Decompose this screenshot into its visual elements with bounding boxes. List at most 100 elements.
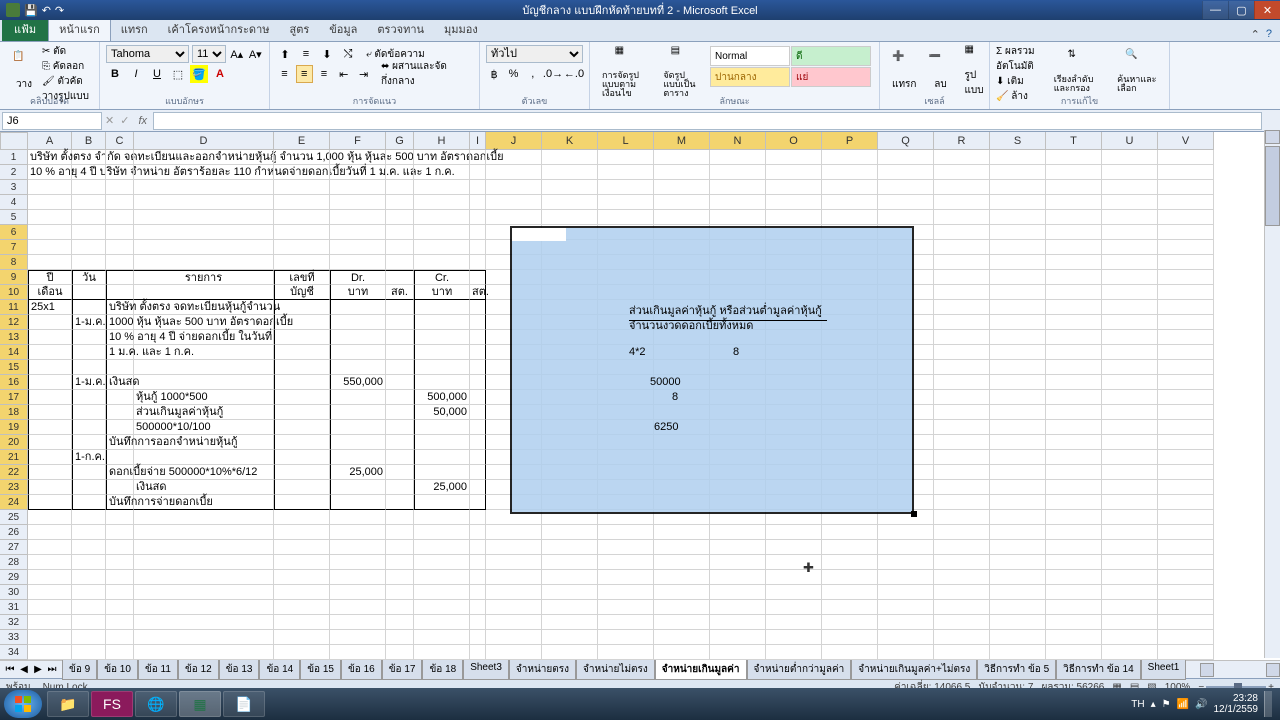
cell-P26[interactable]: [822, 525, 878, 540]
cell-S25[interactable]: [990, 510, 1046, 525]
cell-G11[interactable]: [386, 300, 414, 315]
cell-P3[interactable]: [822, 180, 878, 195]
cell-U7[interactable]: [1102, 240, 1158, 255]
cell-D9[interactable]: รายการ: [134, 270, 274, 285]
cell-U6[interactable]: [1102, 225, 1158, 240]
cell-V7[interactable]: [1158, 240, 1214, 255]
cell-Q34[interactable]: [878, 645, 934, 660]
cell-I16[interactable]: [470, 375, 486, 390]
cell-T11[interactable]: [1046, 300, 1102, 315]
cell-U30[interactable]: [1102, 585, 1158, 600]
cell-E24[interactable]: [274, 495, 330, 510]
start-button[interactable]: [4, 690, 42, 718]
cell-R3[interactable]: [934, 180, 990, 195]
cell-B3[interactable]: [72, 180, 106, 195]
tab-layout[interactable]: เค้าโครงหน้ากระดาษ: [158, 17, 280, 41]
cell-C9[interactable]: [106, 270, 134, 285]
sheet-tab[interactable]: จำหน่ายเกินมูลค่า+ไม่ตรง: [851, 660, 977, 680]
cell-S20[interactable]: [990, 435, 1046, 450]
cell-F1[interactable]: [330, 150, 386, 165]
cell-O30[interactable]: [766, 585, 822, 600]
row-header-19[interactable]: 19: [0, 420, 28, 435]
cell-F9[interactable]: Dr.: [330, 270, 386, 285]
cell-T34[interactable]: [1046, 645, 1102, 660]
cell-E28[interactable]: [274, 555, 330, 570]
cell-T2[interactable]: [1046, 165, 1102, 180]
cell-C22[interactable]: ดอกเบี้ยจ่าย 500000*10%*6/12: [106, 465, 134, 480]
cell-T15[interactable]: [1046, 360, 1102, 375]
selection-handle[interactable]: [911, 511, 917, 517]
cell-V17[interactable]: [1158, 390, 1214, 405]
cell-I4[interactable]: [470, 195, 486, 210]
cell-U29[interactable]: [1102, 570, 1158, 585]
cell-S22[interactable]: [990, 465, 1046, 480]
cell-F7[interactable]: [330, 240, 386, 255]
cell-M26[interactable]: [654, 525, 710, 540]
taskbar-chrome[interactable]: 🌐: [135, 691, 177, 717]
cell-N28[interactable]: [710, 555, 766, 570]
hscroll-right-button[interactable]: [1266, 663, 1280, 677]
cell-U25[interactable]: [1102, 510, 1158, 525]
cell-E23[interactable]: [274, 480, 330, 495]
cell-H23[interactable]: 25,000: [414, 480, 470, 495]
sheet-tab[interactable]: จำหน่ายตรง: [509, 660, 576, 680]
cell-M30[interactable]: [654, 585, 710, 600]
cell-H1[interactable]: [414, 150, 470, 165]
font-color-button[interactable]: A: [211, 65, 229, 83]
cell-T3[interactable]: [1046, 180, 1102, 195]
cancel-formula-icon[interactable]: ✕: [102, 114, 117, 127]
cell-M2[interactable]: [654, 165, 710, 180]
cell-V22[interactable]: [1158, 465, 1214, 480]
cell-V14[interactable]: [1158, 345, 1214, 360]
format-table-button[interactable]: ▤จัดรูปแบบเป็นตาราง: [657, 44, 708, 98]
fill-color-button[interactable]: 🪣: [190, 65, 208, 83]
cell-B30[interactable]: [72, 585, 106, 600]
cell-A4[interactable]: [28, 195, 72, 210]
cell-O4[interactable]: [766, 195, 822, 210]
cell-B33[interactable]: [72, 630, 106, 645]
row-header-13[interactable]: 13: [0, 330, 28, 345]
percent-button[interactable]: %: [505, 65, 521, 83]
copy-button[interactable]: ⎘ คัดลอก: [42, 59, 93, 74]
cell-R6[interactable]: [934, 225, 990, 240]
cell-M32[interactable]: [654, 615, 710, 630]
cell-K34[interactable]: [542, 645, 598, 660]
sheet-tab[interactable]: ข้อ 18: [422, 660, 463, 680]
cell-F34[interactable]: [330, 645, 386, 660]
cell-M34[interactable]: [654, 645, 710, 660]
cell-L30[interactable]: [598, 585, 654, 600]
cell-E29[interactable]: [274, 570, 330, 585]
cell-C7[interactable]: [106, 240, 134, 255]
cell-O3[interactable]: [766, 180, 822, 195]
cell-A23[interactable]: [28, 480, 72, 495]
minimize-ribbon-icon[interactable]: ⌃: [1251, 28, 1260, 41]
sheet-tab[interactable]: ข้อ 13: [219, 660, 260, 680]
cell-S29[interactable]: [990, 570, 1046, 585]
cell-I7[interactable]: [470, 240, 486, 255]
cell-A31[interactable]: [28, 600, 72, 615]
cell-F4[interactable]: [330, 195, 386, 210]
cell-C24[interactable]: บันทึกการจ่ายดอกเบี้ย: [106, 495, 134, 510]
help-icon[interactable]: ?: [1266, 28, 1272, 41]
sheet-tab[interactable]: ข้อ 9: [62, 660, 97, 680]
cell-T14[interactable]: [1046, 345, 1102, 360]
tray-volume-icon[interactable]: 🔊: [1195, 699, 1207, 710]
cell-F21[interactable]: [330, 450, 386, 465]
merge-button[interactable]: ⬌ ผสานและจัดกึ่งกลาง: [381, 59, 473, 89]
cell-J29[interactable]: [486, 570, 542, 585]
cell-N27[interactable]: [710, 540, 766, 555]
cell-A6[interactable]: [28, 225, 72, 240]
cell-K27[interactable]: [542, 540, 598, 555]
cell-S24[interactable]: [990, 495, 1046, 510]
cell-H11[interactable]: [414, 300, 470, 315]
tray-lang[interactable]: TH: [1131, 699, 1144, 710]
cell-H31[interactable]: [414, 600, 470, 615]
taskbar-app[interactable]: 📄: [223, 691, 265, 717]
cell-M33[interactable]: [654, 630, 710, 645]
cell-G18[interactable]: [386, 405, 414, 420]
cell-D1[interactable]: [134, 150, 274, 165]
cell-N3[interactable]: [710, 180, 766, 195]
cell-R20[interactable]: [934, 435, 990, 450]
cell-S12[interactable]: [990, 315, 1046, 330]
cell-C28[interactable]: [106, 555, 134, 570]
